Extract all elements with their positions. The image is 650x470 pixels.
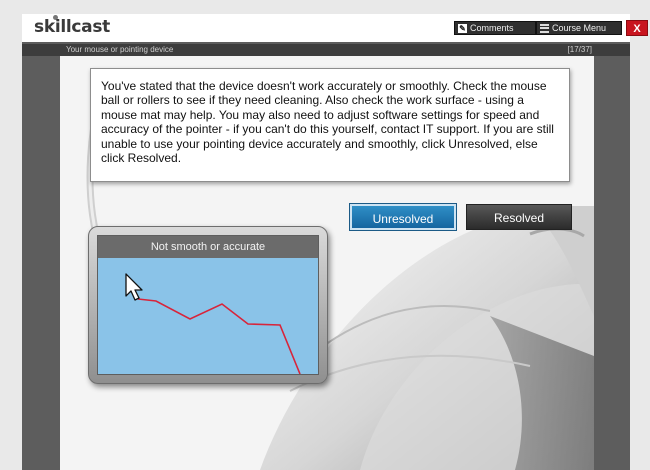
course-title-bar: Your mouse or pointing device [17/37]	[22, 44, 630, 56]
logo: skillcast	[34, 17, 110, 37]
page-progress: [17/37]	[567, 45, 592, 54]
instruction-text: You've stated that the device doesn't wo…	[101, 79, 554, 166]
page-title: Your mouse or pointing device	[66, 45, 174, 54]
close-icon: X	[633, 23, 641, 35]
course-menu-label: Course Menu	[552, 23, 607, 33]
resolved-button[interactable]: Resolved	[466, 204, 572, 230]
comments-icon: ✎	[458, 23, 467, 33]
course-menu-button[interactable]: Course Menu	[536, 21, 622, 35]
erratic-trail-graphic	[125, 273, 301, 374]
screen-display: Not smooth or accurate	[97, 235, 319, 375]
course-frame: Your mouse or pointing device [17/37] Yo…	[22, 42, 630, 470]
instruction-text-box: You've stated that the device doesn't wo…	[90, 68, 570, 182]
comments-label: Comments	[470, 23, 514, 33]
close-button[interactable]: X	[626, 20, 648, 36]
page: skillcast ✎ Comments Course Menu X Your …	[0, 0, 650, 470]
header-bar: skillcast ✎ Comments Course Menu X	[22, 14, 648, 42]
unresolved-button[interactable]: Unresolved	[350, 204, 456, 230]
content-stage: You've stated that the device doesn't wo…	[60, 56, 594, 470]
illustration-panel: Not smooth or accurate	[88, 226, 328, 384]
comments-button[interactable]: ✎ Comments	[454, 21, 536, 35]
menu-icon	[540, 23, 549, 33]
cursor-icon	[125, 273, 143, 301]
cursor-trail-line	[137, 298, 301, 374]
